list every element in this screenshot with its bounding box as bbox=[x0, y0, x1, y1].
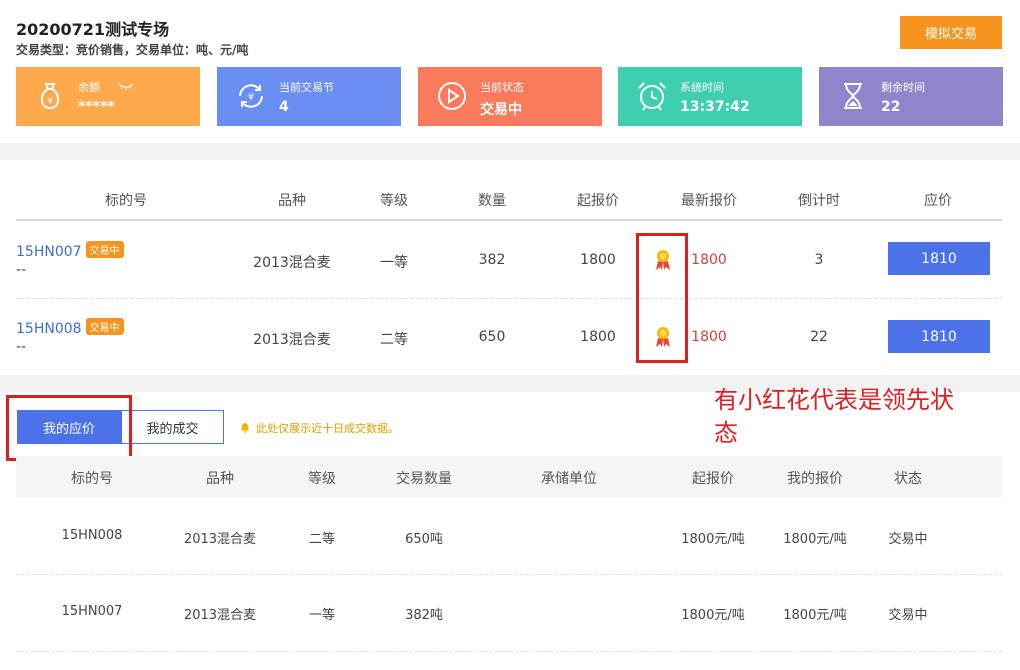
highlight-box-medals bbox=[636, 233, 688, 363]
record-start-price: 1800元/吨 bbox=[681, 608, 745, 623]
row-divider bbox=[16, 298, 1002, 299]
col-header-countdown: 倒计时 bbox=[798, 193, 840, 209]
system-time-label: 系统时间 bbox=[680, 81, 724, 94]
remaining-time-label: 剩余时间 bbox=[881, 81, 925, 94]
money-bag-icon: ¥ bbox=[40, 83, 60, 110]
header-divider bbox=[16, 219, 1002, 221]
record-code: 15HN007 bbox=[61, 604, 123, 619]
lot-latest-price: 1800 bbox=[691, 252, 727, 268]
lot-sub: -- bbox=[16, 262, 27, 278]
record-variety: 2013混合麦 bbox=[183, 532, 257, 547]
bid-button[interactable]: 1810 bbox=[888, 320, 990, 353]
session-value: 4 bbox=[279, 99, 289, 115]
hourglass-icon bbox=[844, 83, 862, 109]
col-header-my-price: 我的报价 bbox=[787, 471, 843, 487]
col-header-start-price: 起报价 bbox=[577, 193, 619, 209]
bell-icon bbox=[241, 423, 249, 433]
record-my-price: 1800元/吨 bbox=[783, 532, 847, 547]
records-header-bar bbox=[16, 456, 1002, 497]
highlight-box-tab bbox=[6, 395, 132, 461]
balance-value: ***** bbox=[78, 99, 115, 115]
status-badge: 交易中 bbox=[85, 318, 124, 335]
svg-text:¥: ¥ bbox=[47, 96, 53, 107]
record-grade: 一等 bbox=[308, 608, 336, 623]
record-variety: 2013混合麦 bbox=[183, 608, 257, 623]
col-header-bid: 应价 bbox=[924, 193, 952, 209]
system-time-card: 系统时间 13:37:42 bbox=[618, 67, 802, 126]
col-header-latest-price: 最新报价 bbox=[681, 193, 737, 209]
lot-qty: 382 bbox=[478, 252, 506, 268]
lot-grade: 二等 bbox=[380, 332, 408, 348]
alarm-clock-icon bbox=[638, 82, 666, 111]
row-divider bbox=[16, 574, 1002, 575]
page-title: 20200721测试专场 bbox=[16, 20, 170, 39]
svg-text:¥: ¥ bbox=[248, 92, 254, 103]
record-qty: 382吨 bbox=[405, 608, 443, 623]
lot-grade: 一等 bbox=[380, 255, 408, 271]
system-time-value: 13:37:42 bbox=[680, 99, 750, 115]
col-header-variety: 品种 bbox=[278, 193, 306, 209]
lot-code-link[interactable]: 15HN008 交易中 bbox=[16, 318, 124, 337]
yen-refresh-icon: ¥ bbox=[239, 84, 263, 108]
session-card: ¥ 当前交易节 4 bbox=[217, 67, 401, 126]
lot-sub: -- bbox=[16, 339, 27, 355]
record-status: 交易中 bbox=[888, 532, 928, 547]
col-header-qty: 数量 bbox=[478, 193, 506, 209]
status-badge: 交易中 bbox=[85, 241, 124, 258]
annotation-text: 有小红花代表是领先状态 bbox=[714, 386, 954, 447]
record-start-price: 1800元/吨 bbox=[681, 532, 745, 547]
lot-variety: 2013混合麦 bbox=[253, 255, 331, 271]
lot-variety: 2013混合麦 bbox=[253, 332, 331, 348]
balance-card: ¥ 余额 ***** bbox=[16, 67, 200, 126]
col-header-trade-qty: 交易数量 bbox=[396, 471, 452, 487]
trade-info: 交易类型：竞价销售，交易单位：吨、元/吨 bbox=[16, 43, 249, 57]
record-my-price: 1800元/吨 bbox=[783, 608, 847, 623]
lot-countdown: 3 bbox=[814, 252, 824, 268]
record-grade: 二等 bbox=[308, 532, 336, 547]
bid-button[interactable]: 1810 bbox=[888, 242, 990, 275]
lot-start-price: 1800 bbox=[580, 329, 616, 345]
status-label: 当前状态 bbox=[480, 81, 524, 94]
simulate-trade-button[interactable]: 模拟交易 bbox=[900, 16, 1002, 49]
tab-my-deals[interactable]: 我的成交 bbox=[121, 410, 224, 444]
lots-table: 标的号 品种 等级 数量 起报价 最新报价 倒计时 应价 15HN007 交易中 … bbox=[0, 160, 1020, 375]
lot-start-price: 1800 bbox=[580, 252, 616, 268]
lot-code-link[interactable]: 15HN007 交易中 bbox=[16, 241, 124, 260]
col-header-grade: 等级 bbox=[308, 471, 336, 487]
col-header-grade: 等级 bbox=[380, 193, 408, 209]
notice-text: 此处仅展示近十日成交数据。 bbox=[240, 420, 399, 436]
remaining-time-value: 22 bbox=[881, 99, 901, 115]
lot-countdown: 22 bbox=[810, 329, 828, 345]
col-header-code: 标的号 bbox=[105, 193, 147, 209]
row-divider bbox=[16, 651, 1002, 652]
record-status: 交易中 bbox=[888, 608, 928, 623]
balance-label: 余额 bbox=[78, 79, 134, 95]
play-icon bbox=[438, 82, 466, 110]
record-code: 15HN008 bbox=[61, 528, 123, 543]
lot-latest-price: 1800 bbox=[691, 329, 727, 345]
status-value: 交易中 bbox=[480, 102, 522, 118]
session-label: 当前交易节 bbox=[279, 81, 334, 94]
eye-closed-icon[interactable] bbox=[118, 82, 134, 90]
col-header-status: 状态 bbox=[894, 471, 922, 487]
lot-qty: 650 bbox=[478, 329, 506, 345]
remaining-time-card: 剩余时间 22 bbox=[819, 67, 1003, 126]
col-header-code: 标的号 bbox=[71, 471, 113, 487]
col-header-start-price: 起报价 bbox=[692, 471, 734, 487]
record-qty: 650吨 bbox=[405, 532, 443, 547]
top-panel: 20200721测试专场 交易类型：竞价销售，交易单位：吨、元/吨 模拟交易 ¥… bbox=[0, 0, 1020, 143]
col-header-variety: 品种 bbox=[206, 471, 234, 487]
col-header-storage-unit: 承储单位 bbox=[541, 471, 597, 487]
status-card: 当前状态 交易中 bbox=[418, 67, 602, 126]
records-panel: 我的应价 我的成交 此处仅展示近十日成交数据。 有小红花代表是领先状态 标的号 … bbox=[0, 386, 1020, 670]
